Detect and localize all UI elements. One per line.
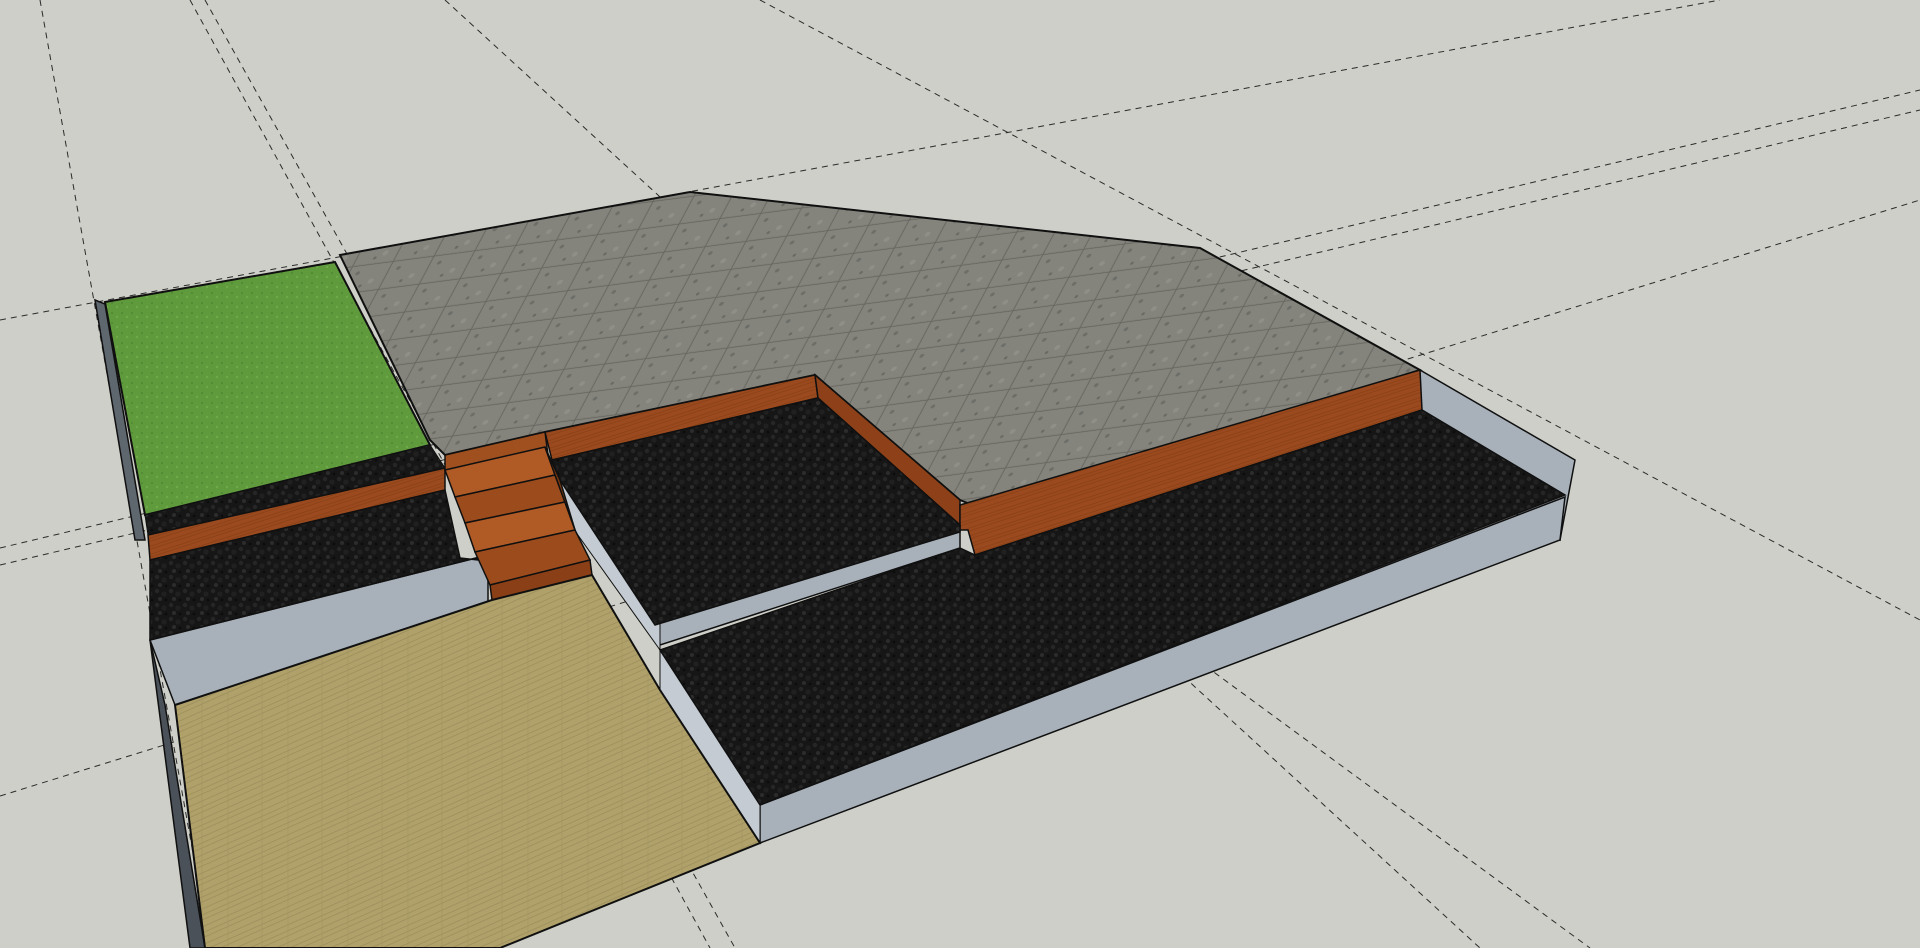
3d-viewport[interactable] [0,0,1920,948]
guide-line [1169,639,1591,948]
model-scene[interactable] [0,0,1920,948]
